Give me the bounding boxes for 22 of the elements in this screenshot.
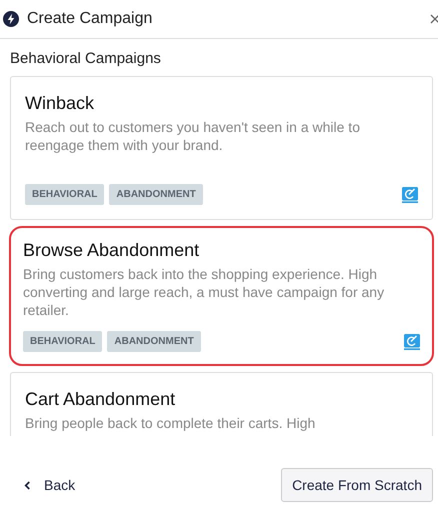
campaign-card[interactable]: Winback Reach out to customers you haven't seen in a while to reengage them with your brand. BEHAVIORAL ABANDONMENT [10, 76, 433, 220]
create-from-scratch-button[interactable]: Create From Scratch [281, 468, 433, 502]
lightning-icon [3, 11, 19, 27]
campaign-description: Reach out to customers you haven't seen in a while to reengage them with your brand. [25, 118, 361, 155]
tag: ABANDONMENT [109, 184, 203, 205]
close-icon[interactable] [430, 14, 438, 24]
tag: BEHAVIORAL [23, 331, 102, 352]
window-title: Create Campaign [27, 10, 152, 28]
edit-icon[interactable] [404, 334, 420, 350]
campaign-title: Winback [25, 93, 96, 114]
chevron-left-icon [24, 480, 31, 490]
edit-icon[interactable] [402, 186, 418, 202]
back-button[interactable]: Back [24, 477, 76, 493]
campaign-card[interactable]: Cart Abandonment Bring people back to complete their carts. High [10, 372, 433, 436]
campaign-description: Bring customers back into the shopping experience. High converting and large reach, a must have campaign for any retailer. [23, 265, 386, 319]
campaign-title: Browse Abandonment [23, 240, 200, 261]
campaign-description: Bring people back to complete their carts. High [25, 414, 316, 432]
campaign-card[interactable]: Browse Abandonment Bring customers back into the shopping experience. High converting and large reach, a must have campaign for any retailer. BEHAVIORAL ABANDONMENT [9, 226, 434, 366]
section-title: Behavioral Campaigns [10, 49, 162, 69]
tag: ABANDONMENT [107, 331, 201, 352]
campaign-title: Cart Abandonment [25, 389, 176, 410]
tag: BEHAVIORAL [25, 184, 104, 205]
